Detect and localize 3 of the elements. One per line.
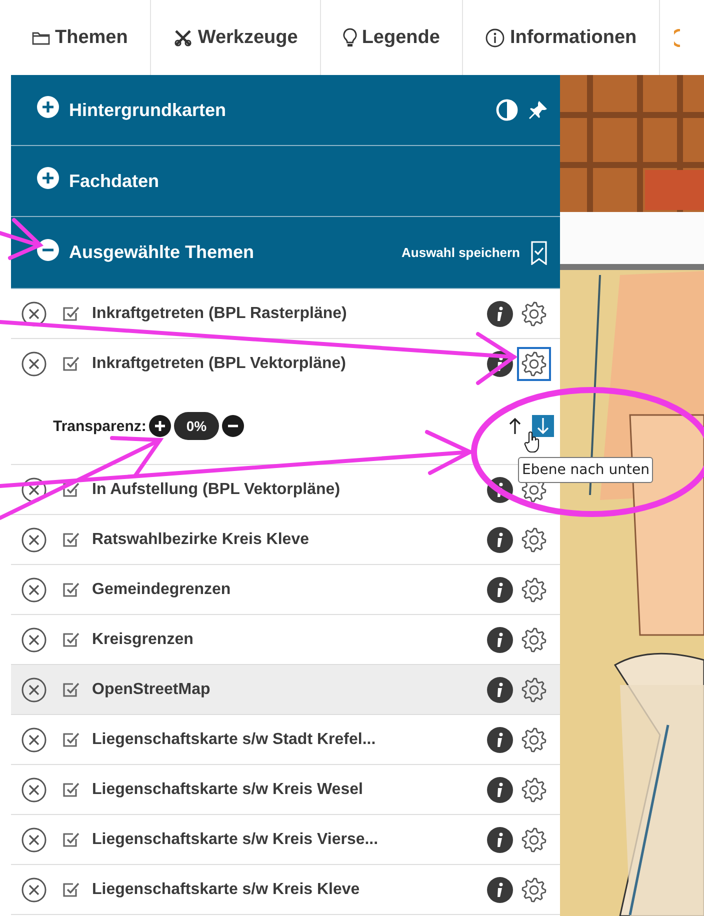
tooltip: Ebene nach unten bbox=[518, 457, 654, 483]
transparency-value: 0% bbox=[174, 412, 219, 440]
transparency-label: Transparenz: bbox=[53, 418, 146, 434]
